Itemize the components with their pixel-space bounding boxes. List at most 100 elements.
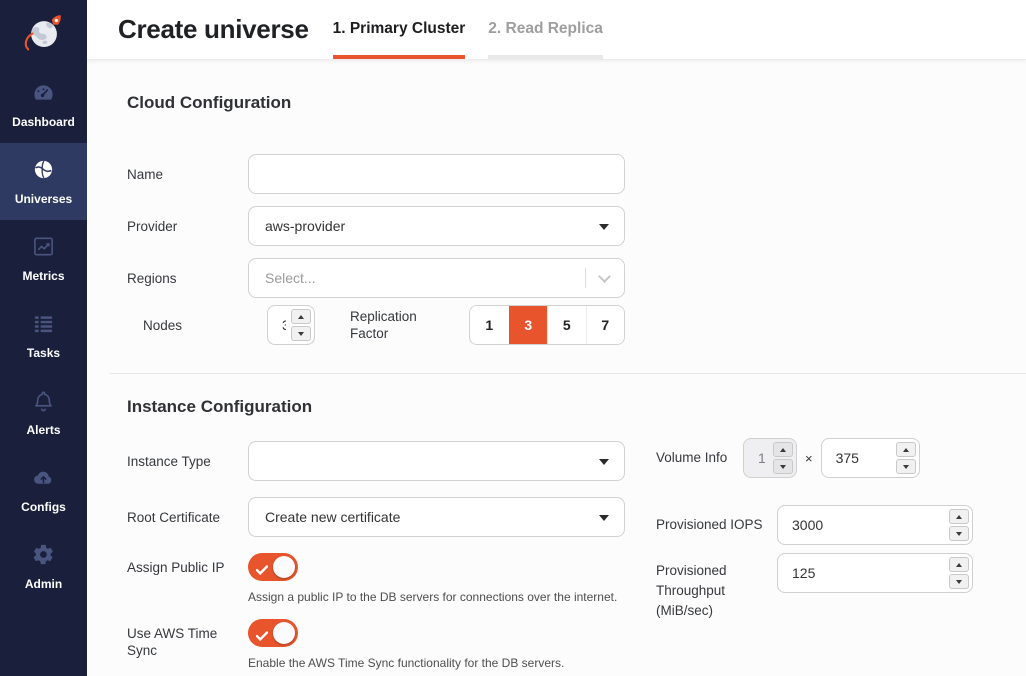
sidebar-item-label: Alerts <box>26 423 60 437</box>
universes-icon <box>32 158 55 186</box>
rf-option-1[interactable]: 1 <box>470 306 509 344</box>
admin-gear-icon <box>32 543 55 571</box>
sidebar: Dashboard Universes Metrics <box>0 0 87 676</box>
dashboard-icon <box>32 81 55 109</box>
page-title: Create universe <box>118 14 309 45</box>
assign-public-ip-label: Assign Public IP <box>127 553 248 576</box>
root-certificate-selected-value: Create new certificate <box>265 509 400 525</box>
sidebar-item-alerts[interactable]: Alerts <box>0 374 87 451</box>
provider-row: Provider aws-provider <box>127 206 625 246</box>
increment-button[interactable] <box>949 557 969 572</box>
replication-factor-group: 1 3 5 7 <box>469 305 625 345</box>
assign-public-ip-help: Assign a public IP to the DB servers for… <box>248 590 625 604</box>
stepper-buttons <box>896 442 916 474</box>
regions-placeholder: Select... <box>265 270 316 286</box>
form-content: Cloud Configuration Name Provider aws-pr… <box>87 60 1026 676</box>
yugabyte-logo-icon <box>21 12 67 63</box>
metrics-icon <box>32 235 55 263</box>
instance-left-column: Instance Type Root Certificate Create ne… <box>127 441 625 676</box>
provider-select[interactable]: aws-provider <box>248 206 625 246</box>
caret-down-icon <box>599 224 609 230</box>
nodes-row: Nodes Replication Factor 1 3 5 7 <box>127 305 625 345</box>
provisioned-throughput-stepper[interactable] <box>777 553 973 593</box>
aws-time-sync-help: Enable the AWS Time Sync functionality f… <box>248 656 625 670</box>
name-label: Name <box>127 166 248 183</box>
increment-button[interactable] <box>773 442 793 457</box>
decrement-button[interactable] <box>949 574 969 589</box>
nodes-stepper[interactable] <box>267 305 315 345</box>
name-input[interactable] <box>248 154 625 194</box>
provisioned-iops-label: Provisioned IOPS <box>656 515 777 535</box>
sidebar-item-configs[interactable]: Configs <box>0 451 87 528</box>
regions-row: Regions Select... <box>127 258 625 298</box>
decrement-button[interactable] <box>896 459 916 474</box>
toggle-knob <box>273 556 295 578</box>
sidebar-item-universes[interactable]: Universes <box>0 143 87 220</box>
rf-option-5[interactable]: 5 <box>547 306 586 344</box>
sidebar-item-dashboard[interactable]: Dashboard <box>0 66 87 143</box>
sidebar-item-label: Metrics <box>22 269 64 283</box>
tab-read-replica[interactable]: 2. Read Replica <box>488 0 603 59</box>
stepper-buttons <box>949 509 969 541</box>
caret-down-icon <box>599 515 609 521</box>
assign-public-ip-row: Assign Public IP Assign a public IP to t… <box>127 553 647 604</box>
provisioned-iops-input[interactable] <box>778 506 944 544</box>
assign-public-ip-toggle[interactable] <box>248 553 298 581</box>
chevron-down-icon <box>598 270 611 283</box>
increment-button[interactable] <box>896 442 916 457</box>
increment-button[interactable] <box>949 509 969 524</box>
aws-time-sync-toggle[interactable] <box>248 619 298 647</box>
provider-label: Provider <box>127 218 248 235</box>
volume-info-row: Volume Info × <box>656 438 976 478</box>
caret-down-icon <box>599 459 609 465</box>
decrement-button[interactable] <box>291 326 311 341</box>
toggle-knob <box>273 622 295 644</box>
rf-option-7[interactable]: 7 <box>586 306 625 344</box>
instance-type-select[interactable] <box>248 441 625 481</box>
root-certificate-select[interactable]: Create new certificate <box>248 497 625 537</box>
provisioned-throughput-row: Provisioned Throughput (MiB/sec) <box>656 553 976 621</box>
volume-size-input[interactable] <box>822 439 891 477</box>
sidebar-item-label: Tasks <box>27 346 60 360</box>
sidebar-item-metrics[interactable]: Metrics <box>0 220 87 297</box>
root-certificate-row: Root Certificate Create new certificate <box>127 497 625 537</box>
alerts-icon <box>32 389 55 417</box>
check-icon <box>256 628 268 646</box>
sidebar-item-label: Dashboard <box>12 115 75 129</box>
sidebar-item-tasks[interactable]: Tasks <box>0 297 87 374</box>
instance-type-row: Instance Type <box>127 441 625 481</box>
sidebar-item-admin[interactable]: Admin <box>0 528 87 605</box>
volume-info-label: Volume Info <box>656 448 743 468</box>
instance-configuration-heading: Instance Configuration <box>127 397 1026 417</box>
instance-type-label: Instance Type <box>127 453 248 470</box>
decrement-button[interactable] <box>949 526 969 541</box>
aws-time-sync-row: Use AWS Time Sync Enable the AWS Time Sy… <box>127 619 647 670</box>
aws-time-sync-label: Use AWS Time Sync <box>127 619 248 659</box>
provisioned-throughput-input[interactable] <box>778 554 944 592</box>
rf-option-3[interactable]: 3 <box>509 306 548 344</box>
provisioned-iops-row: Provisioned IOPS <box>656 505 976 545</box>
nodes-input[interactable] <box>268 306 286 344</box>
app-logo[interactable] <box>0 0 87 66</box>
provider-selected-value: aws-provider <box>265 218 345 234</box>
provisioned-iops-stepper[interactable] <box>777 505 973 545</box>
section-divider <box>110 373 1026 374</box>
root-certificate-label: Root Certificate <box>127 509 248 526</box>
stepper-buttons <box>291 309 311 341</box>
tasks-icon <box>32 312 55 340</box>
volume-count-stepper <box>743 438 797 478</box>
volume-size-stepper[interactable] <box>821 438 920 478</box>
regions-label: Regions <box>127 270 248 287</box>
regions-multiselect[interactable]: Select... <box>248 258 625 298</box>
page-header: Create universe 1. Primary Cluster 2. Re… <box>87 0 1026 60</box>
tab-primary-cluster[interactable]: 1. Primary Cluster <box>333 0 466 59</box>
configs-icon <box>32 466 55 494</box>
provisioned-throughput-label: Provisioned Throughput (MiB/sec) <box>656 553 777 621</box>
increment-button[interactable] <box>291 309 311 324</box>
stepper-buttons <box>949 557 969 589</box>
instance-grid: Instance Type Root Certificate Create ne… <box>127 441 1026 676</box>
nodes-label: Nodes <box>127 317 248 334</box>
sidebar-item-label: Configs <box>21 500 66 514</box>
create-universe-page: Dashboard Universes Metrics <box>0 0 1026 676</box>
decrement-button[interactable] <box>773 459 793 474</box>
